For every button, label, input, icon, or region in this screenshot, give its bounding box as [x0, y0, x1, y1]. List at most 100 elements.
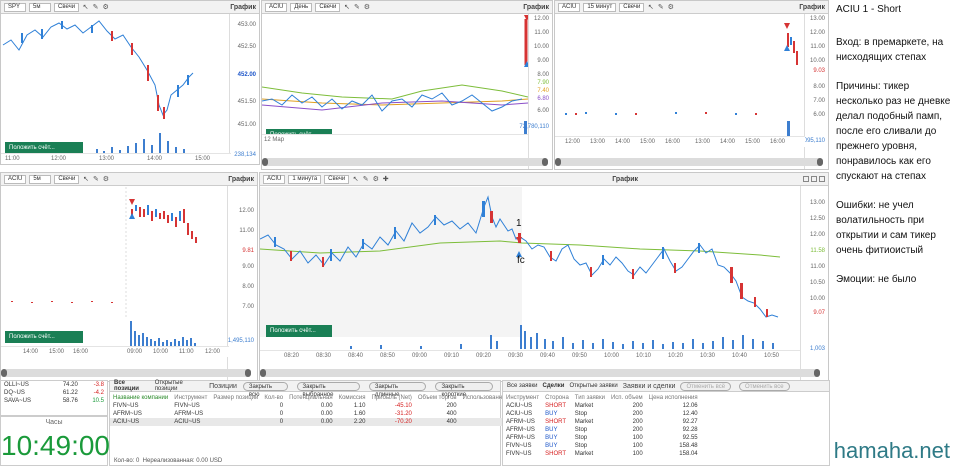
draw-icon[interactable]: ✎ — [657, 4, 664, 11]
symbol-field[interactable]: ACIU — [4, 174, 27, 184]
last-price-label: 452.00 — [237, 72, 256, 78]
chart-toolbar: ACIU 1 минута Свечи ↖ ✎ ⚙ ✚ График — [260, 173, 828, 186]
cancel-all-button-2[interactable]: Отменить все — [739, 381, 790, 391]
symbol-field[interactable]: ACIU — [265, 2, 288, 12]
symbol-field[interactable]: SPY — [4, 2, 26, 12]
settings-icon[interactable]: ⚙ — [363, 4, 370, 11]
price-chart — [260, 195, 781, 318]
timeframe-select[interactable]: 15 минут — [583, 2, 617, 12]
settings-icon[interactable]: ⚙ — [372, 176, 379, 183]
table-row[interactable]: ACIU~USACIU~US00.002.20-70.204000.00 — [110, 418, 523, 426]
chart-scrollbar[interactable] — [260, 369, 820, 377]
tab-deals[interactable]: Сделки — [543, 383, 565, 389]
price-label: 452.50 — [237, 44, 256, 50]
notes-errors: Ошибки: не учел волатильность при открыт… — [836, 200, 936, 256]
tab-all-positions[interactable]: Все позиции — [114, 380, 149, 392]
crosshair-icon[interactable]: ✚ — [382, 176, 389, 183]
chart-scrollbar[interactable] — [262, 158, 548, 166]
price-axis: 12.00 11.00 9.81 9.00 8.00 7.00 1,495,110 — [227, 186, 257, 381]
table-row[interactable]: AFRM~USAFRM~US00.001.60-31.204000.00 — [110, 410, 522, 418]
settings-icon[interactable]: ⚙ — [667, 4, 674, 11]
watchlist-row[interactable]: SAVA~US 58.76 10.5 — [1, 397, 107, 405]
close-all-button[interactable]: Закрыть всю — [242, 381, 288, 398]
position-button[interactable]: Положить счёт... — [5, 331, 83, 343]
chart-panel-aciu-5m: ACIU 5м Свечи ↖ ✎ ⚙ График 12.00 11.00 9.… — [0, 172, 258, 382]
table-row[interactable]: ACIU~US SHORT Market 200 12.06 — [503, 402, 701, 410]
chart-type-select[interactable]: Свечи — [54, 174, 80, 184]
chart-scrollbar[interactable] — [555, 158, 823, 166]
close-short-button[interactable]: Закрыть короткие — [435, 381, 493, 398]
notes-entry: Вход: в премаркете, на нисходящих степах — [836, 37, 944, 63]
watchlist-row[interactable]: OLLI~US 74.20 -3.8 — [1, 381, 107, 389]
settings-icon[interactable]: ⚙ — [102, 176, 109, 183]
chart-scrollbar[interactable] — [1, 369, 251, 377]
chart-type-select[interactable]: Свечи — [54, 2, 80, 12]
table-row[interactable]: ACIU~US BUY Stop 200 12.40 — [503, 410, 701, 418]
cancel-all-button[interactable]: Отменить всё — [680, 381, 732, 391]
orders-table: Инструмент Сторона Тип заявки Исп. объем Цен… — [503, 394, 701, 458]
panel-title: График — [228, 175, 254, 183]
clock-panel: Часы 10:49:00 — [0, 416, 110, 466]
close-long-button[interactable]: Закрыть длинные — [368, 381, 427, 398]
table-row[interactable]: FIVN~US SHORT Market 100 158.04 — [503, 450, 701, 458]
notes-title: ACIU 1 - Short — [836, 4, 902, 15]
table-row[interactable]: AFRM~US BUY Stop 100 92.55 — [503, 434, 701, 442]
watchlist: OLLI~US 74.20 -3.8 DQ~US 61.22 -4.2 SAVA~US 5… — [0, 380, 108, 416]
last-price-label: 9.03 — [813, 68, 825, 74]
chart-type-select[interactable]: Свечи — [619, 2, 645, 12]
timeframe-select[interactable]: 1 минута — [288, 174, 322, 184]
volume-bars — [91, 129, 231, 155]
chart-type-select[interactable]: Свечи — [324, 174, 350, 184]
table-row[interactable]: AFRM~US BUY Stop 200 92.28 — [503, 426, 701, 434]
draw-icon[interactable]: ✎ — [92, 4, 99, 11]
position-button[interactable]: Положить счёт... — [266, 325, 332, 337]
chart-panel-aciu-daily: ACIU День Свечи ↖ ✎ ⚙ График 12.00 11.00 1… — [261, 0, 553, 170]
timeframe-select[interactable]: 5м — [29, 2, 51, 12]
price-chart — [262, 15, 528, 112]
chart-toolbar: ACIU 15 минут Свечи ↖ ✎ ⚙ График — [555, 1, 828, 14]
panel-title: График — [523, 3, 549, 11]
table-row[interactable]: FIVN~US BUY Stop 100 158.48 — [503, 442, 701, 450]
volume-label: 1,003 — [809, 346, 825, 352]
table-row[interactable]: FIVN~USFIVN~US00.001.10-45.102000.00 — [110, 402, 522, 410]
timeframe-select[interactable]: 5м — [29, 174, 52, 184]
time-axis: 14:00 15:00 16:00 09:00 10:00 11:00 12:00 — [1, 346, 229, 357]
cursor-icon[interactable]: ↖ — [82, 176, 89, 183]
maximize-icon[interactable] — [811, 176, 817, 182]
timeframe-select[interactable]: День — [290, 2, 313, 12]
price-axis: 13.00 12.50 12.00 11.58 11.00 10.50 10.00 9.… — [800, 186, 828, 381]
chart-panel-aciu-15m: ACIU 15 минут Свечи ↖ ✎ ⚙ График 13.00 12… — [554, 0, 829, 170]
draw-icon[interactable]: ✎ — [353, 4, 360, 11]
table-row[interactable]: AFRM~US SHORT Market 200 92.27 — [503, 418, 701, 426]
cursor-icon[interactable]: ↖ — [82, 4, 89, 11]
draw-icon[interactable]: ✎ — [92, 176, 99, 183]
chart-toolbar: ACIU День Свечи ↖ ✎ ⚙ График — [262, 1, 552, 14]
symbol-field[interactable]: ACIU — [263, 174, 286, 184]
settings-icon[interactable]: ⚙ — [102, 4, 109, 11]
chart-panel-spy: SPY 5м Свечи ↖ ✎ ⚙ График 453.00 452.50 … — [0, 0, 260, 165]
tab-all-orders[interactable]: Все заявки — [507, 383, 538, 389]
tab-open-positions[interactable]: Открытые позиции — [155, 380, 203, 392]
close-icon[interactable] — [819, 176, 825, 182]
volume-bars — [340, 325, 800, 349]
symbol-field[interactable]: ACIU — [558, 2, 581, 12]
positions-footer: Кол-во: 0 Нереализованная: 0.00 USD — [114, 458, 223, 464]
draw-icon[interactable]: ✎ — [362, 176, 369, 183]
watchlist-row[interactable]: DQ~US 61.22 -4.2 — [1, 389, 107, 397]
panel-title: График — [612, 175, 639, 183]
price-chart — [565, 23, 798, 115]
last-price-label: 11.58 — [810, 248, 825, 254]
last-price-label: 6.80 — [537, 96, 549, 102]
last-price-label: 9.07 — [813, 310, 825, 316]
time-axis: 12 Мар — [262, 134, 528, 145]
cursor-icon[interactable]: ↖ — [647, 4, 654, 11]
cursor-icon[interactable]: ↖ — [343, 4, 350, 11]
cursor-icon[interactable]: ↖ — [352, 176, 359, 183]
tab-open-orders[interactable]: Открытые заявки — [570, 383, 618, 389]
minimize-icon[interactable] — [803, 176, 809, 182]
price-axis: 453.00 452.50 452.00 451.50 451.00 238,1… — [229, 14, 259, 164]
trade-annotation-fc: fc — [517, 255, 525, 266]
price-chart — [2, 20, 194, 119]
chart-type-select[interactable]: Свечи — [315, 2, 341, 12]
close-selected-button[interactable]: Закрыть выбранное — [296, 381, 360, 398]
